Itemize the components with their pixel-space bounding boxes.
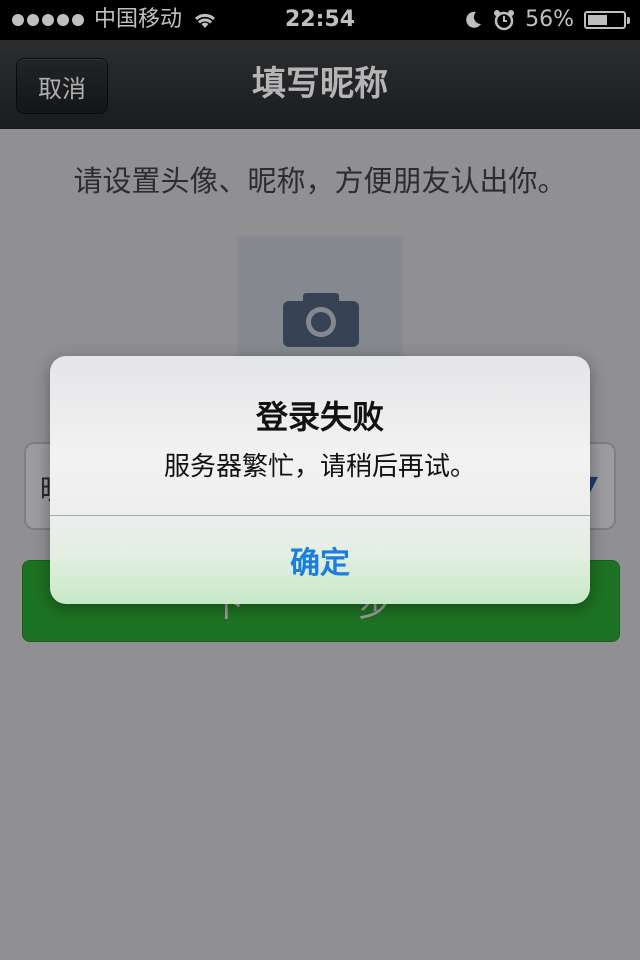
screen: 中国移动 22:54 56% 取消 填写昵称 请设置头像、昵称，方便朋友认出你。… [0, 0, 640, 960]
dim-overlay-top [0, 0, 640, 128]
alert-message: 服务器繁忙，请稍后再试。 [163, 452, 476, 482]
alert-dialog: 登录失败 服务器繁忙，请稍后再试。 确定 [50, 356, 590, 604]
alert-title: 登录失败 [255, 398, 384, 436]
confirm-button[interactable]: 确定 [50, 516, 590, 604]
